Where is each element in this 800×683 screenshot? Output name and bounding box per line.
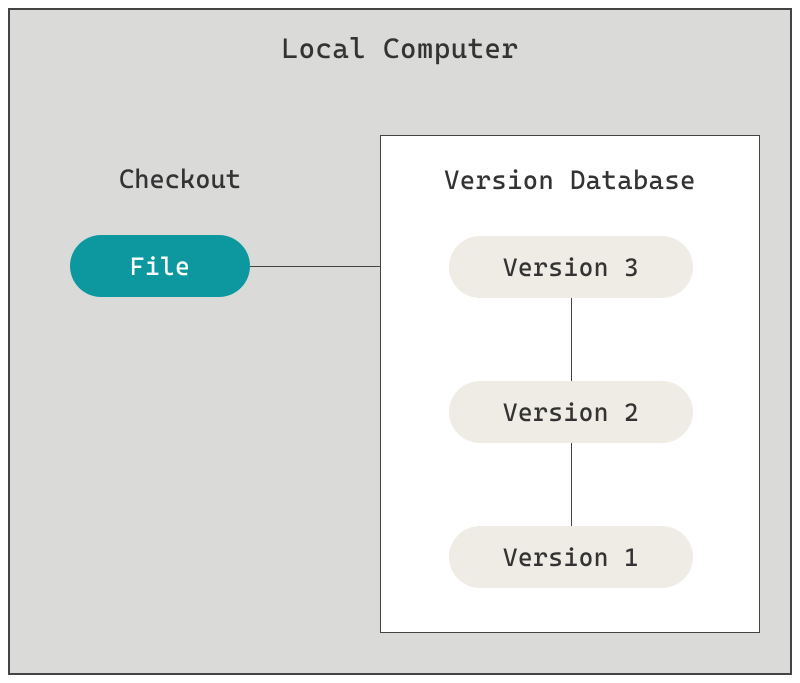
checkout-label: Checkout xyxy=(70,165,290,195)
file-node-label: File xyxy=(130,252,191,281)
local-computer-panel: Local Computer Checkout File Version Dat… xyxy=(8,8,792,675)
version-label: Version 3 xyxy=(503,253,639,282)
version-label: Version 2 xyxy=(503,398,639,427)
version-node-3: Version 3 xyxy=(449,236,693,298)
panel-title: Local Computer xyxy=(10,32,790,65)
database-title: Version Database xyxy=(381,166,759,196)
version-label: Version 1 xyxy=(503,543,639,572)
version-node-2: Version 2 xyxy=(449,381,693,443)
file-node: File xyxy=(70,235,250,297)
version-database-panel: Version Database Version 3 Version 2 Ver… xyxy=(380,135,760,633)
connector-v3-v2 xyxy=(571,298,572,381)
connector-v2-v1 xyxy=(571,443,572,526)
version-node-1: Version 1 xyxy=(449,526,693,588)
